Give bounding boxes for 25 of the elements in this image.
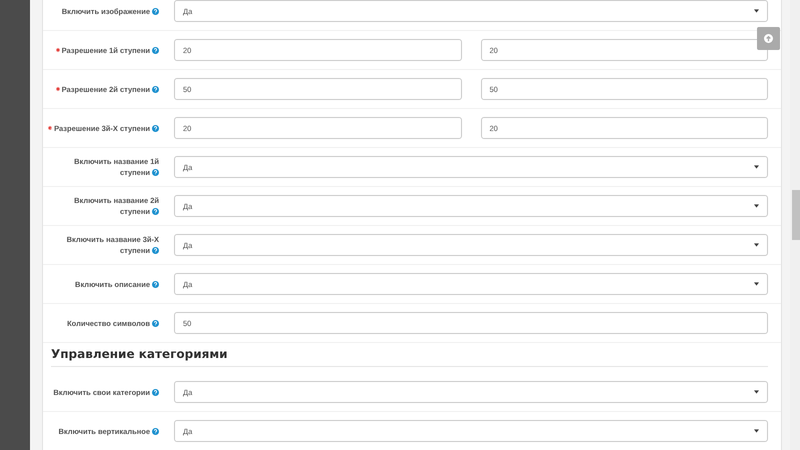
required-icon (56, 48, 60, 52)
help-icon[interactable] (152, 124, 159, 132)
caret-icon (754, 243, 759, 247)
help-icon[interactable] (152, 46, 159, 54)
arrow-up-icon (764, 34, 773, 43)
caret-icon (754, 165, 759, 169)
caret-icon (754, 429, 759, 433)
scroll-top-button[interactable] (757, 27, 780, 50)
caret-icon (754, 9, 759, 13)
caret-icon (754, 204, 759, 208)
help-icon[interactable] (152, 280, 159, 288)
help-icon[interactable] (152, 388, 159, 396)
help-icon[interactable] (152, 320, 159, 326)
help-icon[interactable] (152, 208, 159, 215)
section-heading: Управление категориями (51, 347, 768, 367)
help-icon[interactable] (152, 169, 159, 176)
help-icon[interactable] (152, 428, 159, 434)
help-icon[interactable] (152, 8, 159, 14)
caret-icon (754, 390, 759, 394)
caret-icon (754, 282, 759, 286)
help-icon[interactable] (152, 86, 159, 92)
required-icon (48, 126, 52, 130)
scrollbar-thumb[interactable] (792, 190, 800, 240)
help-icon[interactable] (152, 247, 159, 254)
required-icon (56, 86, 60, 90)
